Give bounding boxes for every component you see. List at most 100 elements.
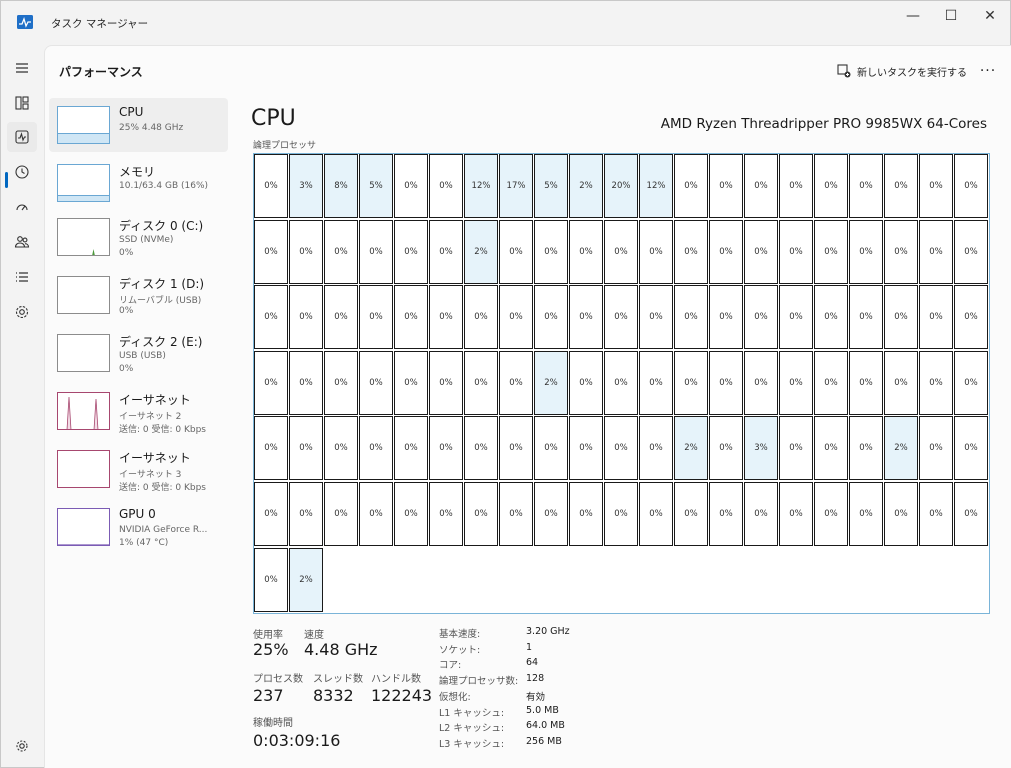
logical-processor-cell: 0% [779,219,813,284]
logical-processor-cell: 0% [359,285,393,350]
device-name: GPU 0 [119,507,156,521]
disk-1-thumbnail [57,276,110,314]
logical-processor-cell: 3% [744,416,778,481]
logical-processor-cell: 17% [499,154,533,218]
logical-processor-cell: 0% [709,350,743,415]
device-throughput: 送信: 0 受信: 0 Kbps [119,425,206,435]
logical-processor-cell: 0% [919,416,953,481]
logical-processor-cell: 0% [394,154,428,218]
logical-processor-cell: 0% [919,219,953,284]
logical-processor-cell: 0% [639,416,673,481]
disk-0-thumbnail [57,218,110,256]
speed-value: 4.48 GHz [304,640,378,659]
disk-2-thumbnail [57,334,110,372]
logical-processor-cell: 5% [534,154,568,218]
logical-processor-cell: 0% [464,416,498,481]
menu-icon[interactable] [7,53,37,83]
device-throughput: 送信: 0 受信: 0 Kbps [119,483,206,493]
settings-icon[interactable] [7,731,37,761]
navigation-rail [1,45,44,768]
device-item-disk-2[interactable]: ディスク 2 (E:) USB (USB) 0% [49,326,228,380]
threads-value: 8332 [313,686,354,705]
logical-processor-cell: 0% [779,416,813,481]
device-detail: 10.1/63.4 GB (16%) [119,181,209,191]
logical-processor-cell: 0% [394,416,428,481]
logical-processor-cell: 0% [814,416,848,481]
cpu-info-key: 基本速度: [439,629,481,640]
device-detail: 25% 4.48 GHz [119,123,184,133]
logical-processor-cell: 0% [849,482,883,546]
title-bar: タスク マネージャー — ☐ ✕ [1,1,1010,45]
logical-processor-cell: 0% [429,416,463,481]
cpu-stats: 使用率 25% 速度 4.48 GHz プロセス数 237 スレッド数 8332… [253,626,973,766]
run-new-task-button[interactable]: 新しいタスクを実行する [837,60,967,82]
logical-processor-cell: 0% [569,482,603,546]
app-history-icon[interactable] [7,157,37,187]
device-item-cpu[interactable]: CPU 25% 4.48 GHz [49,98,228,152]
uptime-label: 稼働時間 [253,718,293,729]
device-item-ethernet-3[interactable]: イーサネット イーサネット 3 送信: 0 受信: 0 Kbps [49,442,228,496]
logical-processor-cell: 12% [464,154,498,218]
logical-processor-cell: 0% [289,285,323,350]
app-title: タスク マネージャー [51,18,149,30]
device-detail: SSD (NVMe) [119,235,174,245]
speed-label: 速度 [304,630,324,641]
logical-processor-cell: 2% [674,416,708,481]
logical-processor-cell: 0% [499,350,533,415]
logical-processor-cell: 0% [674,482,708,546]
logical-processor-cell: 0% [499,285,533,350]
logical-processor-cell: 0% [324,219,358,284]
task-manager-window: タスク マネージャー — ☐ ✕ パフォーマンス 新しいタスクを実行する ···… [0,0,1011,768]
logical-processor-cell: 20% [604,154,638,218]
device-item-gpu-0[interactable]: GPU 0 NVIDIA GeForce R... 1% (47 °C) [49,500,228,554]
device-name: ディスク 1 (D:) [119,277,205,291]
logical-processor-cell: 0% [604,416,638,481]
logical-processor-cell: 0% [534,482,568,546]
logical-processor-cell: 0% [394,350,428,415]
ethernet-2-thumbnail [57,392,110,430]
performance-icon[interactable] [7,122,37,152]
logical-processor-cell: 0% [884,219,918,284]
gpu-0-thumbnail [57,508,110,546]
cpu-info-value: 3.20 GHz [526,626,570,637]
logical-processor-cell: 0% [429,482,463,546]
cpu-model-name: AMD Ryzen Threadripper PRO 9985WX 64-Cor… [660,116,987,132]
maximize-button[interactable]: ☐ [932,1,970,31]
startup-icon[interactable] [7,192,37,222]
logical-processor-cell: 0% [639,482,673,546]
logical-processor-cell: 0% [849,154,883,218]
cpu-info-value: 5.0 MB [526,704,559,716]
services-icon[interactable] [7,297,37,327]
logical-processor-cell: 2% [569,154,603,218]
logical-processor-cell: 0% [359,416,393,481]
processes-icon[interactable] [7,88,37,118]
device-item-memory[interactable]: メモリ 10.1/63.4 GB (16%) [49,156,228,210]
details-icon[interactable] [7,262,37,292]
users-icon[interactable] [7,227,37,257]
device-utilization: 0% [119,248,134,258]
cpu-info-value: 64 [526,657,539,669]
close-button[interactable]: ✕ [971,1,1009,31]
logical-processor-cell: 0% [569,350,603,415]
logical-processor-cell: 0% [534,219,568,284]
cpu-info-key: ソケット: [439,644,481,656]
handles-value: 122243 [371,686,433,705]
logical-processor-cell: 0% [429,154,463,218]
logical-processor-cell: 0% [359,482,393,546]
cpu-info-key: コア: [439,660,462,672]
logical-processor-cell: 0% [884,350,918,415]
logical-processor-cell: 0% [254,350,288,415]
device-item-disk-0[interactable]: ディスク 0 (C:) SSD (NVMe) 0% [49,210,228,264]
logical-processor-cell: 0% [954,154,988,218]
page-title: パフォーマンス [59,65,143,79]
device-item-ethernet-2[interactable]: イーサネット イーサネット 2 送信: 0 受信: 0 Kbps [49,384,228,438]
logical-processor-cell: 0% [674,219,708,284]
device-item-disk-1[interactable]: ディスク 1 (D:) リムーバブル (USB) 0% [49,268,228,322]
logical-processor-cell: 0% [499,482,533,546]
minimize-button[interactable]: — [894,1,932,31]
more-options-button[interactable]: ··· [975,60,1001,82]
page-header: パフォーマンス 新しいタスクを実行する ··· [45,46,1011,94]
logical-processor-cell: 0% [254,154,288,218]
logical-processor-cell: 0% [324,350,358,415]
logical-processor-cell: 0% [639,350,673,415]
